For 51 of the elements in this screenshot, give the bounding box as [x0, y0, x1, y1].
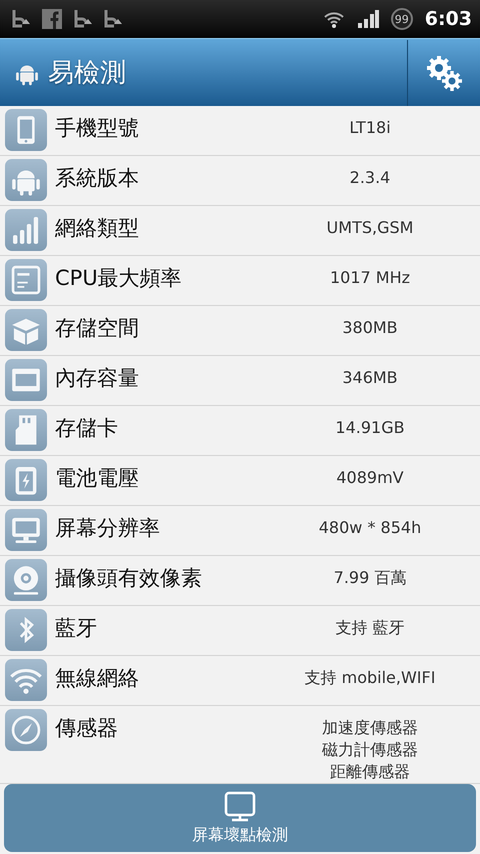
row-value: 14.91GB	[335, 417, 405, 439]
row-label: 傳感器	[55, 715, 119, 742]
row-label: 屏幕分辨率	[55, 515, 161, 542]
row-value: 380MB	[342, 317, 398, 339]
row-value: 支持 藍牙	[335, 617, 405, 639]
row-value: 4089mV	[336, 467, 404, 489]
dead-pixel-test-button[interactable]: 屏幕壞點檢測	[4, 784, 476, 852]
row-value: 支持 mobile,WIFI	[304, 667, 436, 689]
battery-level: 99	[390, 8, 413, 30]
row-label: 網絡類型	[55, 215, 140, 242]
webcam-icon	[5, 559, 47, 601]
notification-icon	[74, 9, 92, 29]
phone-icon	[5, 109, 47, 151]
memory-icon	[5, 359, 47, 401]
signal-bars-icon	[5, 209, 47, 251]
facebook-icon	[42, 9, 62, 29]
signal-icon	[356, 9, 379, 29]
bluetooth-icon	[5, 609, 47, 651]
row-value: 7.99 百萬	[334, 567, 406, 589]
row-label: 攝像頭有效像素	[55, 565, 203, 592]
row-value: 346MB	[342, 367, 398, 389]
row-label: 存儲卡	[55, 415, 119, 442]
row-label: 藍牙	[55, 615, 98, 642]
row-value: UMTS,GSM	[326, 217, 414, 239]
notification-icon	[104, 9, 122, 29]
row-label: 手機型號	[55, 115, 140, 142]
row-label: CPU最大頻率	[55, 265, 183, 292]
row-label: 系統版本	[55, 165, 140, 192]
row-value: LT18i	[349, 117, 391, 139]
row-label: 存儲空間	[55, 315, 140, 342]
row-value: 2.3.4	[350, 167, 390, 189]
row-value: 480w * 854h	[318, 517, 422, 539]
notification-icon	[12, 9, 30, 29]
row-label: 內存容量	[55, 365, 140, 392]
clock: 6:03	[424, 8, 472, 30]
row-label: 電池電壓	[55, 465, 140, 492]
monitor-icon	[223, 790, 257, 822]
battery-icon	[5, 459, 47, 501]
monitor-icon	[5, 509, 47, 551]
sd-card-icon	[5, 409, 47, 451]
row-value: 距離傳感器	[330, 761, 410, 783]
row-value: 磁力計傳感器	[322, 739, 418, 761]
app-title: 易檢測	[48, 57, 126, 90]
row-value: 加速度傳感器	[322, 717, 418, 739]
row-label: 無線網絡	[55, 665, 140, 692]
row-value: 1017 MHz	[330, 267, 410, 289]
android-icon	[5, 159, 47, 201]
chip-icon	[5, 259, 47, 301]
compass-icon	[5, 709, 47, 751]
box-icon	[5, 309, 47, 351]
wifi-icon	[5, 659, 47, 701]
